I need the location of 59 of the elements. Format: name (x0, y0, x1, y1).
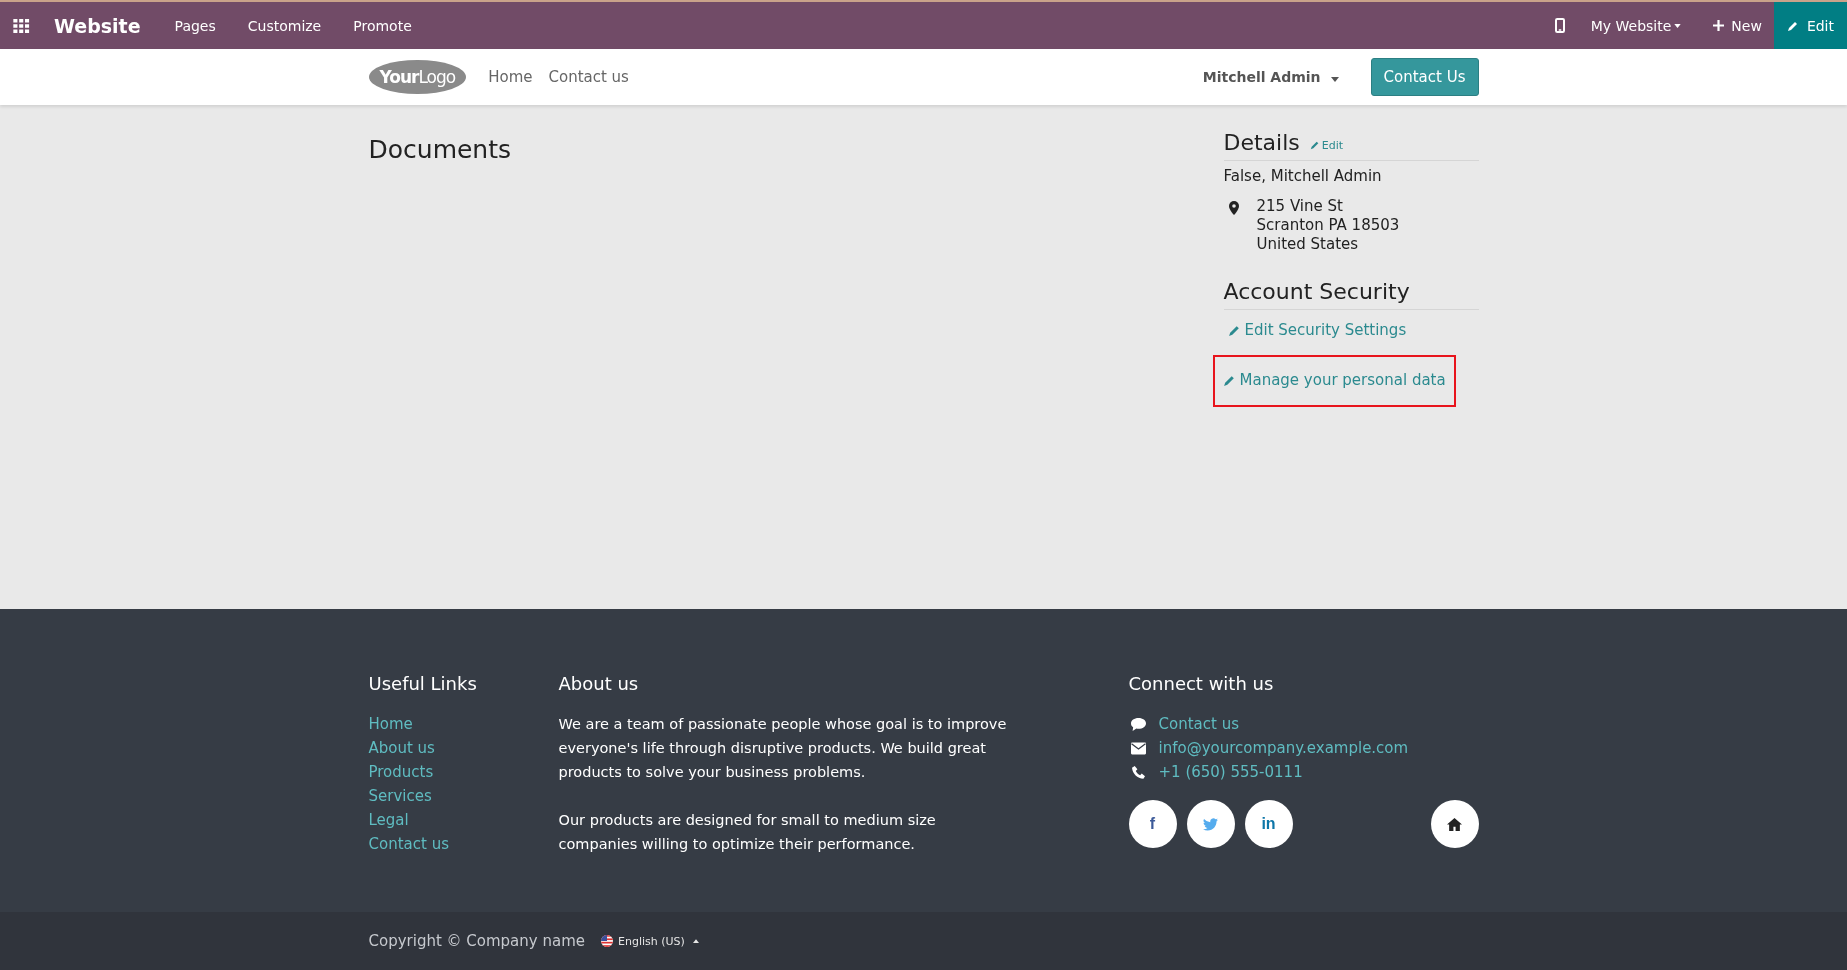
footer-link[interactable]: Legal (368, 808, 559, 832)
footer-link[interactable]: Products (368, 760, 559, 784)
page-title: Documents (368, 135, 512, 166)
website-dropdown[interactable]: My Website (1574, 17, 1698, 34)
map-pin-icon (1228, 201, 1239, 215)
address-line: Scranton PA 18503 (1256, 216, 1400, 235)
menu-item[interactable]: Customize (231, 17, 338, 34)
caret-icon (692, 939, 699, 943)
bird-icon (1203, 817, 1218, 831)
footer-heading: About us (558, 673, 640, 694)
edit-button[interactable]: Edit (1773, 2, 1847, 49)
flag-icon (601, 935, 613, 947)
envelope-icon (1130, 741, 1146, 755)
customer-name: False, Mitchell Admin (1223, 167, 1383, 185)
menu-item[interactable]: Pages (158, 17, 232, 34)
pencil-icon (1309, 140, 1320, 150)
footer-heading: Useful Links (368, 673, 478, 694)
contact-link[interactable]: Contact us (1158, 712, 1239, 736)
phone-icon (1130, 765, 1146, 779)
linkedin-button[interactable]: in (1244, 800, 1293, 848)
new-button[interactable]: New (1697, 17, 1774, 34)
security-link[interactable]: Manage your personal data (1222, 371, 1446, 389)
contact-link[interactable]: info@yourcompany.example.com (1158, 736, 1409, 760)
user-dropdown[interactable]: Mitchell Admin (1202, 69, 1339, 85)
caret-icon (1330, 77, 1339, 82)
security-link[interactable]: Edit Security Settings (1227, 321, 1475, 339)
pencil-icon (1786, 19, 1799, 32)
contact-us-button[interactable]: Contact Us (1370, 58, 1479, 96)
contact-link[interactable]: +1 (650) 555-0111 (1158, 760, 1303, 784)
mobile-phone-icon[interactable] (1554, 18, 1565, 33)
menu-item[interactable]: Promote (337, 17, 428, 34)
about-paragraph: Our products are designed for small to medium size companies willing to optimize their performance. (558, 811, 937, 854)
plus-icon (1713, 20, 1725, 31)
address-line: United States (1256, 235, 1360, 254)
language-selector[interactable]: English (US) (601, 934, 699, 948)
nav-link[interactable]: Home (488, 68, 533, 86)
home-icon (1447, 817, 1462, 831)
security-heading: Account Security (1223, 279, 1410, 304)
app-name: Website (54, 14, 141, 37)
footer-heading: Connect with us (1128, 673, 1275, 694)
footer-link[interactable]: Contact us (368, 832, 559, 856)
facebook-button[interactable]: f (1128, 800, 1177, 848)
home-button[interactable] (1430, 800, 1479, 848)
caret-icon (1674, 23, 1682, 28)
footer-link[interactable]: Services (368, 784, 559, 808)
footer-link[interactable]: Home (368, 712, 559, 736)
copyright-text: Copyright © Company name (368, 932, 585, 950)
nav-link[interactable]: Contact us (548, 68, 629, 86)
twitter-button[interactable] (1186, 800, 1235, 848)
apps-grid-icon[interactable] (13, 18, 30, 33)
footer-link[interactable]: About us (368, 736, 559, 760)
about-paragraph: We are a team of passionate people whose goal is to improve everyone's life through disruptive products. We build great products to solve your business problems. (558, 715, 1008, 782)
pencil-icon (1227, 323, 1241, 337)
chat-bubble-icon (1130, 717, 1146, 731)
address-line: 215 Vine St (1256, 197, 1344, 216)
edit-link[interactable]: Edit (1309, 138, 1344, 152)
logo[interactable]: YourLogo (368, 60, 467, 94)
pencil-icon (1222, 373, 1236, 387)
details-heading: Details (1223, 130, 1300, 155)
